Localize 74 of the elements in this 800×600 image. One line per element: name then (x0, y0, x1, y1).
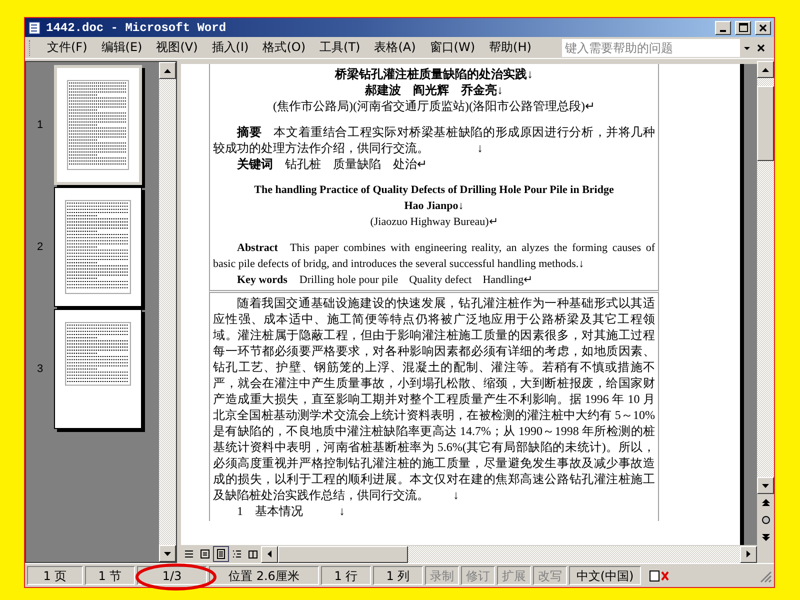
title-line: The handling Practice of Quality Defects of Drilling Hole Pour Pile in Bridge (253, 183, 615, 198)
menu-item[interactable]: 格式(O) (256, 39, 313, 56)
status-item: 1 列 (373, 566, 423, 585)
paragraph: 摘要 本文着重结合工程实际对桥梁基桩缺陷的形成原因进行分析，并将几种较成功的处理方法作介绍，供同行交流。 ↓ (213, 124, 655, 156)
title-line: (Jiaozuo Highway Bureau)↵ (369, 215, 499, 230)
scroll-thumb[interactable] (757, 86, 774, 161)
scroll-left-button[interactable] (261, 546, 278, 562)
scroll-up-button[interactable] (159, 62, 176, 79)
paragraph: Key words Drilling hole pour pile Quality defect Handling↵ (236, 273, 534, 288)
status-item: 1/3 (137, 566, 207, 585)
previous-page-button[interactable] (757, 494, 774, 511)
page-number: 3 (36, 363, 44, 375)
minimize-button[interactable] (715, 20, 731, 34)
title-line: Hao Jianpo↓ (403, 199, 465, 214)
scroll-up-button[interactable] (757, 61, 774, 78)
minimize-icon (720, 30, 726, 32)
scroll-right-button[interactable] (740, 546, 757, 562)
help-search-field[interactable]: 键入需要帮助的问题 (562, 38, 740, 56)
circle-icon (762, 516, 770, 524)
double-up-icon (762, 498, 770, 506)
triangle-left-icon (268, 550, 272, 558)
page-thumbnail[interactable] (54, 187, 142, 307)
title-line: 桥梁钻孔灌注桩质量缺陷的处治实践↓ (334, 66, 534, 82)
paragraph: 随着我国交通基础设施建设的快速发展，钻孔灌注桩作为一种基础形式以其适应性强、成本适中、施工简便等特点仍将被广泛地应用于公路桥梁及其它工程领域。灌注桩属于隐蔽工程，但由于影响灌注桩施工质量的因素很多，对其施工过程每一环节都必须要严格要求，对各种影响因素都必须有详细的考虑，如地质因素、钻孔工艺、护壁、钢筋笼的上浮、混凝土的配制、灌注等。若稍有不慎或措施不严，就会在灌注中产生质量事故，小到塌孔松散、缩颈，大到断桩报废，给国家财产造成重大损失，直至影响工期并对整个工程质量产生不利影响。据 1996 年 10 月北京全国桩基动测学术交流会上统计资料表明，在被检测的灌注桩中大约有 5～10% 是有缺陷的，不良地质中灌注桩缺陷率更高达 14.7%；从 1990～1998 年所检测的桩基统计资料中表明，河南省桩基断桩率为 5.6%(其它有局部缺陷的未统计)。所以，必须高度重视并严格控制钻孔灌注桩的施工质量，尽量避免发生事故及减少事故造成的损失，以利于工程的顺利进展。本文仅对在建的焦郑高速公路钻孔灌注桩施工及缺陷桩处治实践作总结，供同行交流。 ↓ (213, 295, 655, 503)
status-item: 1 节 (85, 566, 135, 585)
view-icon (232, 549, 242, 559)
document-icon (28, 20, 42, 34)
paragraph: 关键词 钻孔桩 质量缺陷 处治↵ (236, 156, 428, 172)
view-icon (216, 549, 226, 559)
status-item: 扩展 (497, 566, 531, 585)
menu-item[interactable]: 窗口(W) (422, 39, 482, 56)
status-item: 修订 (461, 566, 495, 585)
triangle-down-icon (164, 552, 171, 556)
resize-grip-icon[interactable] (758, 568, 772, 582)
menu-item[interactable]: 编辑(E) (94, 39, 150, 56)
menu-item[interactable]: 插入(I) (204, 39, 256, 56)
page-number: 1 (36, 119, 44, 131)
status-item: 位置 2.6厘米 (209, 566, 319, 585)
view-icon (200, 549, 210, 559)
menu-item[interactable]: 工具(T) (312, 39, 368, 56)
scroll-down-button[interactable] (757, 477, 774, 494)
window-title: 1442.doc - Microsoft Word (46, 20, 228, 34)
title-line: 郝建波 阎光辉 乔金亮↓ (364, 82, 504, 98)
title-line: (焦作市公路局)(河南省交通厅质监站)(洛阳市公路管理总段)↵ (272, 98, 596, 114)
status-item: 改写 (533, 566, 567, 585)
paragraph: Abstract This paper combines with engineering reality, an alyzes the forming causes of basic pile defects of bridg, and introduces the several successful handling methods.↓ (213, 241, 655, 272)
page-number: 2 (36, 241, 44, 253)
status-item: 1 行 (321, 566, 371, 585)
maximize-button[interactable] (735, 20, 751, 34)
scrollbar[interactable] (159, 62, 176, 562)
status-item: 录制 (425, 566, 459, 585)
menu-item[interactable]: 帮助(H) (482, 39, 538, 56)
scrollbar[interactable] (757, 61, 774, 545)
triangle-down-icon (762, 484, 769, 488)
maximize-icon (738, 23, 748, 32)
triangle-up-icon (762, 68, 769, 72)
horizontal-scrollbar[interactable] (278, 546, 740, 562)
triangle-up-icon (164, 68, 171, 72)
close-icon[interactable] (756, 42, 766, 52)
scroll-down-button[interactable] (159, 545, 176, 562)
page-thumbnail[interactable] (54, 309, 142, 429)
status-item: 中文(中国) (569, 566, 641, 585)
double-down-icon (762, 532, 770, 540)
status-item: 1 页 (27, 566, 83, 585)
menu-item[interactable]: 文件(F) (40, 39, 94, 56)
close-icon (759, 24, 767, 32)
view-icon (184, 549, 194, 559)
view-icon (248, 549, 258, 559)
menu-item[interactable]: 表格(A) (367, 39, 423, 56)
triangle-right-icon (746, 550, 750, 558)
view-button[interactable] (213, 546, 229, 562)
menu-item[interactable]: 视图(V) (149, 39, 205, 56)
section-heading: 1 基本情况 ↓ (236, 503, 346, 519)
close-button[interactable] (755, 20, 771, 34)
